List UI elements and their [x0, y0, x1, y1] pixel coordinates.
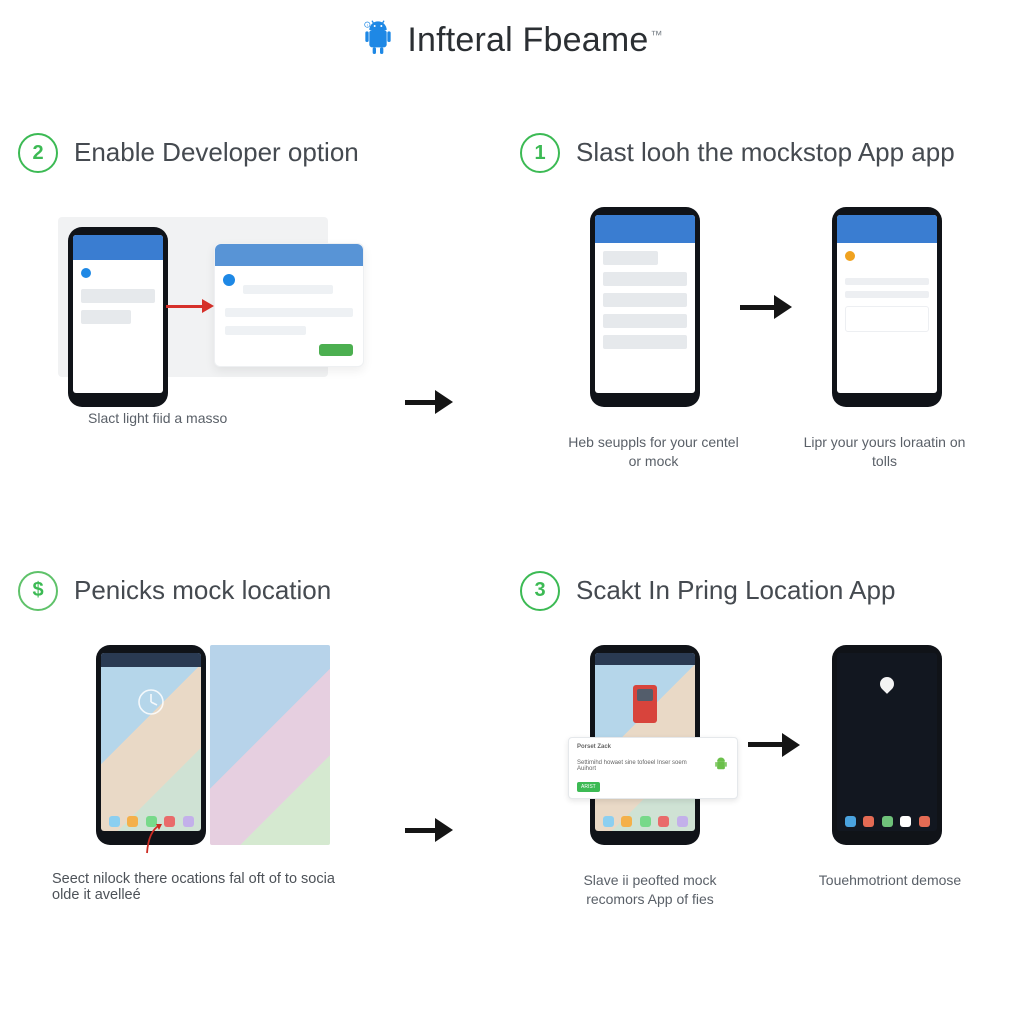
captions-row: Slave ii peofted mock recomors App of fi… [520, 871, 1010, 909]
toast-body: Settimihd howaet sine tofoeel Inser soem… [577, 760, 707, 772]
page-title: Infteral Fbeame™ [407, 21, 662, 60]
arrow-right-icon [740, 295, 792, 319]
step-title: Enable Developer option [74, 137, 359, 168]
dialog-ok-button[interactable] [319, 344, 353, 356]
arrow-right-icon [405, 390, 453, 414]
phone-mockup [832, 645, 942, 845]
step-mock-location: $ Penicks mock location [18, 571, 508, 909]
step-illustration [18, 207, 508, 387]
step-caption: Heb seuppls for your centel or mock [564, 433, 744, 471]
phone-mockup [96, 645, 206, 845]
step-caption: Slact light fiid a masso [88, 409, 308, 428]
step-install-app: 1 Slast looh the mockstop App app [520, 133, 1010, 471]
step-badge-1: 1 [520, 133, 560, 173]
phone-mockup [590, 207, 700, 407]
wallpaper-panel [210, 645, 330, 845]
step-title: Penicks mock location [74, 575, 331, 606]
step-badge-2: 2 [18, 133, 58, 173]
step-title: Scakt In Pring Location App [576, 575, 895, 606]
phone-mockup [68, 227, 168, 407]
svg-text:i: i [367, 23, 368, 28]
settings-dialog [214, 243, 364, 367]
step-title: Slast looh the mockstop App app [576, 137, 955, 168]
step-caption: Slave ii peofted mock recomors App of fi… [560, 871, 740, 909]
trademark-icon: ™ [650, 28, 662, 42]
step-caption: Seect nilock there ocations fal oft of t… [52, 871, 352, 903]
toast-popup: Porset Zack Settimihd howaet sine tofoee… [568, 737, 738, 799]
toast-action-button[interactable]: ARIST [577, 782, 600, 792]
phone-mockup [832, 207, 942, 407]
step-illustration [520, 207, 1010, 417]
step-caption: Touehmotriont demose [800, 871, 980, 909]
captions-row: Heb seuppls for your centel or mock Lipr… [520, 433, 1010, 471]
steps-grid: 2 Enable Developer option [18, 133, 1006, 909]
toast-title: Porset Zack [577, 744, 611, 750]
page-header: i Infteral Fbeame™ [18, 18, 1006, 63]
step-badge-3: 3 [520, 571, 560, 611]
android-icon [713, 756, 729, 776]
arrow-curved-icon [144, 821, 166, 855]
step-start-app: 3 Scakt In Pring Location App Porset Zac… [520, 571, 1010, 909]
android-icon: i [361, 18, 395, 63]
step-badge-dollar: $ [18, 571, 58, 611]
step-enable-developer: 2 Enable Developer option [18, 133, 508, 471]
arrow-right-icon [405, 818, 453, 842]
arrow-right-icon [748, 733, 800, 757]
map-pin-icon [877, 674, 897, 694]
arrow-right-icon [166, 299, 214, 313]
step-illustration [18, 645, 508, 845]
page: i Infteral Fbeame™ 2 Enable Developer op… [0, 0, 1024, 1024]
step-illustration: Porset Zack Settimihd howaet sine tofoee… [520, 645, 1010, 855]
step-caption: Lipr your yours loraatin on tolls [795, 433, 975, 471]
